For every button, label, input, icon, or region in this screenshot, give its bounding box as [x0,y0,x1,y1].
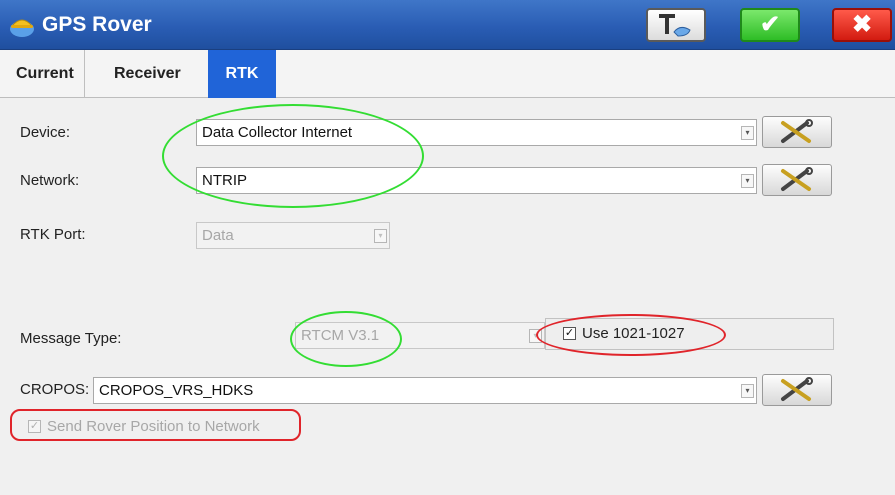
message-type-value: RTCM V3.1 [301,327,380,344]
message-type-label: Message Type: [20,330,122,347]
tab-receiver[interactable]: Receiver [104,50,191,98]
send-rover-position-label: Send Rover Position to Network [47,418,260,435]
close-icon: ✖ [851,11,873,38]
network-value: NTRIP [202,172,247,189]
tools-button[interactable] [646,8,706,42]
cropos-config-button[interactable] [762,374,832,406]
network-select[interactable]: NTRIP ▾ [196,167,757,194]
chevron-down-icon: ▾ [741,126,754,140]
rtk-port-select: Data ▾ [196,222,390,249]
device-value: Data Collector Internet [202,124,353,141]
send-rover-position-checkbox: ✓ [28,420,41,433]
rtk-port-value: Data [202,227,234,244]
use-1021-1027-label: Use 1021-1027 [582,325,685,342]
close-button[interactable]: ✖ [832,8,892,42]
chevron-down-icon: ▾ [529,329,542,343]
tools-icon [659,14,691,37]
tab-current[interactable]: Current [6,50,85,98]
chevron-down-icon: ▾ [741,384,754,398]
rtk-port-label: RTK Port: [20,226,86,243]
chevron-down-icon: ▾ [741,174,754,188]
cropos-value: CROPOS_VRS_HDKS [99,382,254,399]
window-title: GPS Rover [42,13,152,36]
device-select[interactable]: Data Collector Internet ▾ [196,119,757,146]
ok-button[interactable]: ✔ [740,8,800,42]
tab-rtk[interactable]: RTK [208,50,276,98]
device-label: Device: [20,124,71,141]
wrench-screwdriver-icon [781,377,813,401]
checkmark-icon: ✔ [759,11,781,38]
gps-rover-icon [10,19,34,37]
network-label: Network: [20,172,80,189]
device-config-button[interactable] [762,116,832,148]
use-1021-1027-checkbox[interactable]: ✓ [563,327,576,340]
network-config-button[interactable] [762,164,832,196]
message-type-select: RTCM V3.1 ▾ [295,322,545,349]
title-bar: GPS Rover ✔ ✖ [0,0,895,50]
cropos-label: CROPOS: [20,381,90,398]
wrench-screwdriver-icon [781,119,813,143]
cropos-select[interactable]: CROPOS_VRS_HDKS ▾ [93,377,757,404]
tab-bar: Current Receiver RTK [0,50,895,98]
chevron-down-icon: ▾ [374,229,387,243]
wrench-screwdriver-icon [781,167,813,191]
